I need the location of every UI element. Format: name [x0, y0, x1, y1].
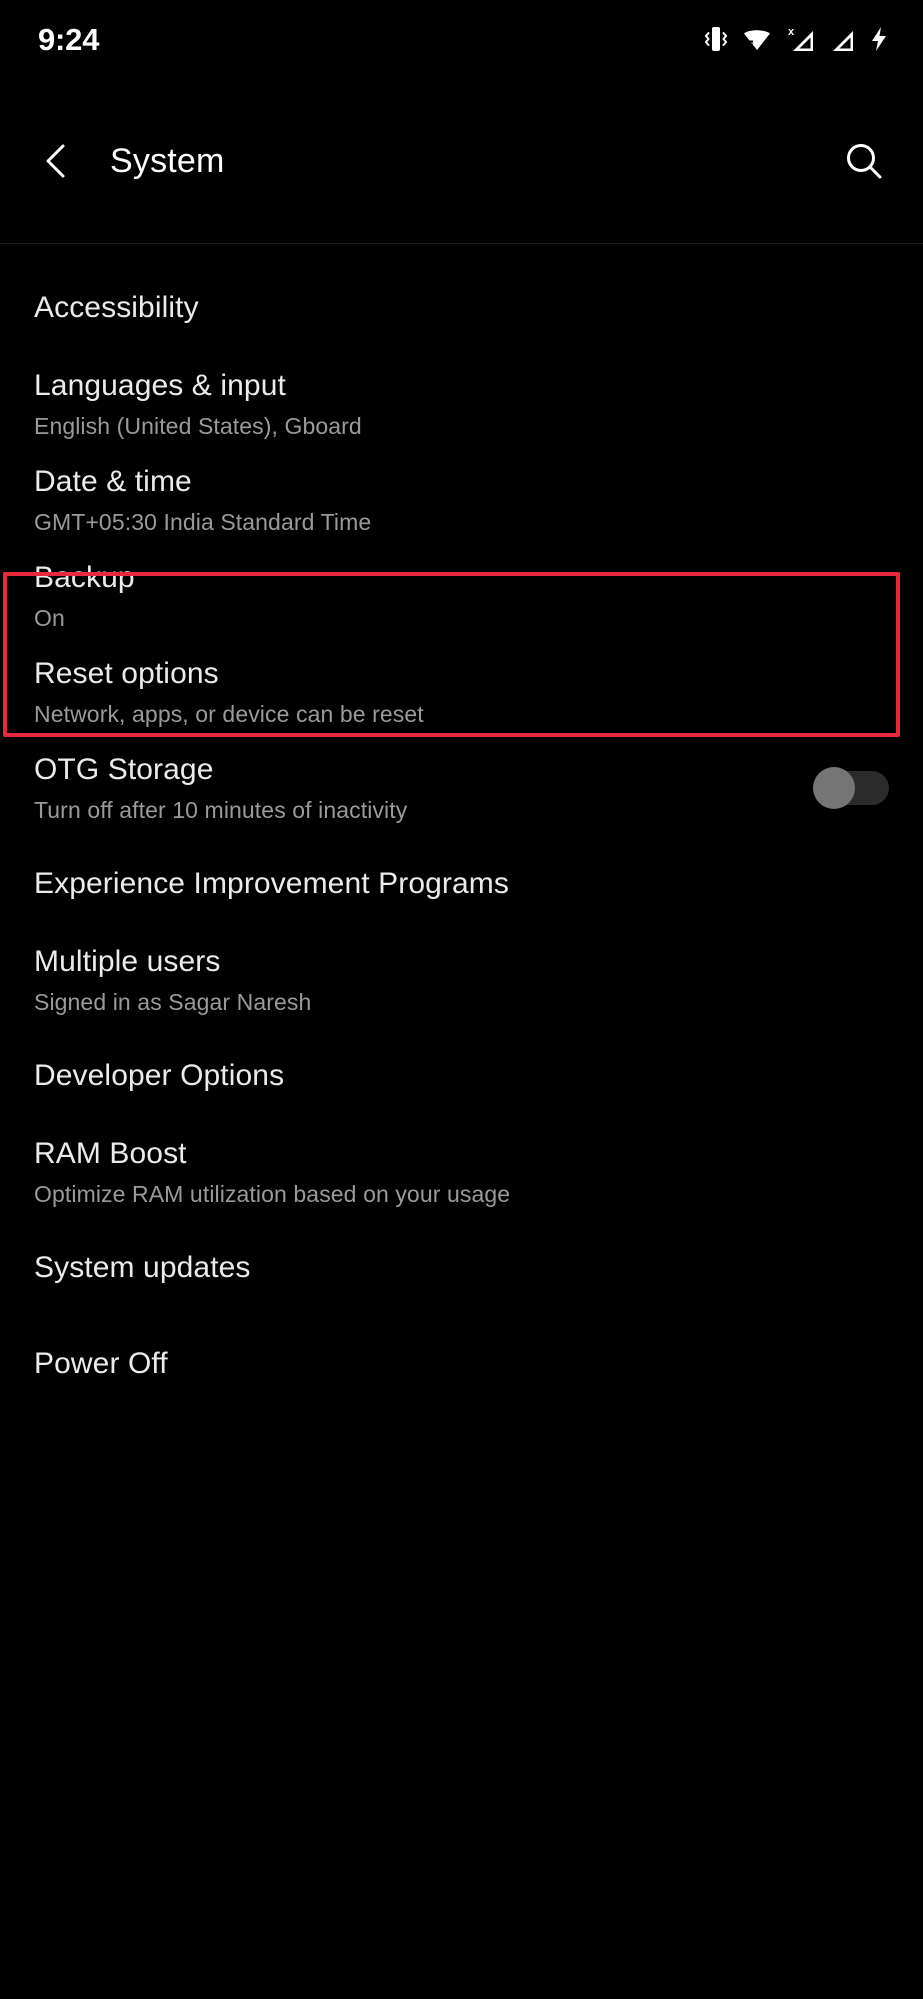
signal-bars-icon [830, 24, 856, 54]
search-icon [842, 139, 886, 183]
settings-row-experience-improvement-programs[interactable]: Experience Improvement Programs [0, 836, 923, 932]
settings-row-title: Languages & input [34, 368, 286, 402]
settings-row-languages-input[interactable]: Languages & input English (United States… [0, 356, 923, 452]
settings-list: Accessibility Languages & input English … [0, 244, 923, 1412]
row-text: Accessibility [34, 290, 889, 325]
phone-screen: 9:24 x System Accessibility Languages & … [0, 0, 923, 1999]
row-text: Languages & input English (United States… [34, 368, 889, 441]
charging-bolt-icon [869, 24, 889, 54]
settings-row-title: Reset options [34, 656, 219, 690]
settings-row-subtitle: English (United States), Gboard [34, 412, 362, 439]
settings-row-title: Power Off [34, 1347, 168, 1381]
settings-row-date-time[interactable]: Date & time GMT+05:30 India Standard Tim… [0, 452, 923, 548]
settings-row-otg-storage[interactable]: OTG Storage Turn off after 10 minutes of… [0, 740, 923, 836]
row-text: Power Off [34, 1346, 889, 1381]
settings-row-subtitle: Signed in as Sagar Naresh [34, 988, 312, 1015]
row-text: RAM Boost Optimize RAM utilization based… [34, 1136, 889, 1209]
settings-row-title: RAM Boost [34, 1136, 187, 1170]
vibrate-icon [703, 24, 729, 54]
settings-row-reset-options[interactable]: Reset options Network, apps, or device c… [0, 644, 923, 740]
signal-no-service-icon: x [785, 24, 817, 54]
settings-row-title: Backup [34, 560, 135, 594]
app-bar: System [0, 78, 923, 243]
row-text: System updates [34, 1250, 889, 1285]
row-text: Multiple users Signed in as Sagar Naresh [34, 944, 889, 1017]
status-bar-clock: 9:24 [38, 21, 100, 57]
row-text: Date & time GMT+05:30 India Standard Tim… [34, 464, 889, 537]
settings-row-power-off[interactable]: Power Off [0, 1316, 923, 1412]
back-button[interactable] [30, 135, 82, 187]
status-bar-icons: x [703, 24, 889, 54]
settings-row-ram-boost[interactable]: RAM Boost Optimize RAM utilization based… [0, 1124, 923, 1220]
search-button[interactable] [837, 134, 891, 188]
settings-row-subtitle: On [34, 604, 65, 631]
settings-row-title: Multiple users [34, 944, 221, 978]
row-text: Developer Options [34, 1058, 889, 1093]
toggle-thumb [813, 767, 855, 809]
chevron-left-icon [39, 141, 73, 181]
settings-row-backup[interactable]: Backup On [0, 548, 923, 644]
settings-row-subtitle: Network, apps, or device can be reset [34, 700, 424, 727]
row-text: Reset options Network, apps, or device c… [34, 656, 889, 729]
svg-text:x: x [788, 26, 795, 38]
row-text: Experience Improvement Programs [34, 866, 889, 901]
settings-row-multiple-users[interactable]: Multiple users Signed in as Sagar Naresh [0, 932, 923, 1028]
settings-row-title: Date & time [34, 464, 192, 498]
settings-row-title: Experience Improvement Programs [34, 867, 509, 901]
row-text: OTG Storage Turn off after 10 minutes of… [34, 752, 795, 825]
settings-row-title: Accessibility [34, 291, 199, 325]
row-text: Backup On [34, 560, 889, 633]
settings-row-title: Developer Options [34, 1059, 285, 1093]
settings-row-accessibility[interactable]: Accessibility [0, 260, 923, 356]
settings-row-title: OTG Storage [34, 752, 214, 786]
settings-row-title: System updates [34, 1251, 251, 1285]
settings-row-subtitle: Optimize RAM utilization based on your u… [34, 1180, 511, 1207]
otg-storage-toggle[interactable] [813, 767, 889, 809]
page-title: System [110, 141, 225, 180]
settings-row-system-updates[interactable]: System updates [0, 1220, 923, 1316]
wifi-icon [742, 24, 772, 54]
settings-row-subtitle: Turn off after 10 minutes of inactivity [34, 796, 408, 823]
settings-row-subtitle: GMT+05:30 India Standard Time [34, 508, 372, 535]
settings-row-developer-options[interactable]: Developer Options [0, 1028, 923, 1124]
status-bar: 9:24 x [0, 0, 923, 78]
